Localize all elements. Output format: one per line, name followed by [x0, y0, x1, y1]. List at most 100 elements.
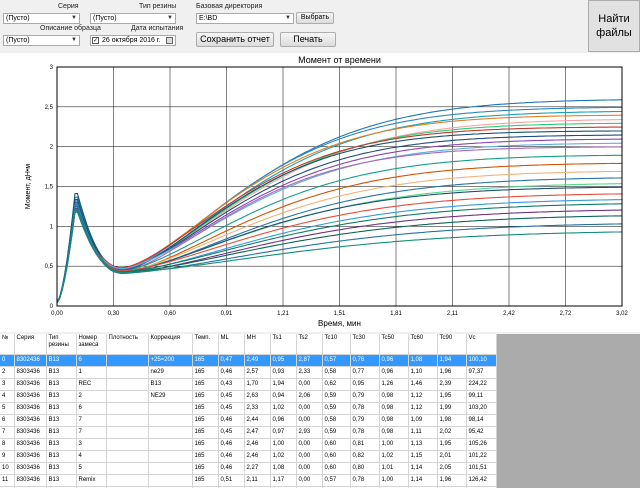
rubber-type-combo[interactable]: (Пусто) ▼: [90, 13, 176, 24]
column-header[interactable]: Vc: [466, 334, 497, 355]
sample-desc-combo[interactable]: (Пусто) ▼: [3, 35, 80, 46]
table-cell: 8303436: [14, 390, 47, 403]
x-tick-label: 1,21: [277, 311, 289, 317]
table-body: 0 8302436 B13 6 +25=200 165 0,47 2,49 0,95 2,87 0,…: [0, 354, 497, 488]
table-cell: [148, 450, 193, 463]
test-date-checkbox[interactable]: ✓: [92, 37, 99, 44]
table-row[interactable]: 3 8303436 B13 REC B13 165 0,43 1,70 1,94 0,00 0,62…: [0, 378, 497, 391]
table-cell: 0,94: [270, 390, 297, 403]
table-cell: 0,46: [218, 366, 245, 379]
table-cell: Remix: [76, 474, 107, 487]
table-cell: 0,00: [296, 462, 323, 475]
table-cell: [106, 426, 149, 439]
table-row[interactable]: 9 8303436 B13 4 165 0,46 2,46 1,02 0,00 0,60 0,82 1…: [0, 450, 497, 463]
table-cell: 2: [0, 366, 15, 379]
table-row[interactable]: 11 8303436 B13 Remix 165 0,51 2,11 1,17 0,00 0,57…: [0, 474, 497, 487]
y-tick-label: 3: [50, 65, 54, 71]
column-header[interactable]: Tc30: [350, 334, 380, 355]
table-row[interactable]: 6 8303436 B13 7 165 0,46 2,44 0,96 0,00 0,58 0,79 0…: [0, 414, 497, 427]
column-header[interactable]: Серия: [14, 334, 47, 355]
table-row[interactable]: 4 8303436 B13 2 NE29 165 0,45 2,63 0,94 2,06 0,59 0…: [0, 390, 497, 403]
table-cell: 99,11: [466, 390, 497, 403]
table-row[interactable]: 0 8302436 B13 6 +25=200 165 0,47 2,49 0,95 2,87 0,…: [0, 354, 497, 367]
column-header[interactable]: MH: [244, 334, 271, 355]
table-cell: 2,33: [244, 402, 271, 415]
select-dir-button[interactable]: Выбрать: [296, 12, 334, 24]
table-cell: 0,00: [296, 414, 323, 427]
table-row[interactable]: 8 8303436 B13 3 165 0,46 2,46 1,00 0,00 0,60 0,81 1…: [0, 438, 497, 451]
table-cell: 165: [192, 402, 219, 415]
table-cell: 0,78: [350, 402, 380, 415]
table-cell: 0,96: [270, 414, 297, 427]
column-header[interactable]: Tc10: [322, 334, 351, 355]
column-header[interactable]: Темп.: [192, 334, 219, 355]
table-cell: 0,51: [218, 474, 245, 487]
column-header[interactable]: Tc60: [408, 334, 438, 355]
table-cell: ne29: [148, 366, 193, 379]
find-files-button[interactable]: Найти файлы: [588, 0, 640, 52]
base-dir-combo-value: E:\BD: [199, 15, 218, 22]
table-cell: 0,98: [379, 402, 409, 415]
base-dir-combo[interactable]: E:\BD ▼: [196, 13, 294, 24]
column-header[interactable]: Ts1: [270, 334, 297, 355]
table-cell: 0,46: [218, 414, 245, 427]
column-header[interactable]: Плотность: [106, 334, 149, 355]
chart-panel: 0,00 0,30 0,60 0,91 1,21 1,51 1,81 2,11 2,42 2,72…: [0, 53, 640, 332]
table-cell: 1: [76, 366, 107, 379]
table-cell: B13: [46, 426, 77, 439]
results-table: № Серия Тип резины Номер замеса Плотность Кор…: [0, 334, 497, 488]
table-cell: B13: [46, 402, 77, 415]
table-cell: 2: [76, 390, 107, 403]
table-cell: 0,57: [322, 474, 351, 487]
table-cell: 9: [0, 450, 15, 463]
results-grid[interactable]: № Серия Тип резины Номер замеса Плотность Кор…: [0, 334, 640, 488]
table-cell: 0,46: [218, 438, 245, 451]
table-cell: 5: [76, 462, 107, 475]
calendar-icon[interactable]: [166, 37, 173, 44]
column-header[interactable]: Коррекция: [148, 334, 193, 355]
toolbar: Серия (Пусто) ▼ Тип резины (Пусто) ▼ Баз…: [0, 0, 640, 52]
table-row[interactable]: 10 8303436 B13 5 165 0,46 2,27 1,08 0,00 0,60 0,80…: [0, 462, 497, 475]
table-cell: 0,82: [350, 450, 380, 463]
table-row[interactable]: 5 8303436 B13 6 165 0,45 2,33 1,02 0,00 0,59 0,78 0…: [0, 402, 497, 415]
table-cell: 0,96: [379, 354, 409, 367]
table-cell: 0,78: [350, 474, 380, 487]
column-header[interactable]: ML: [218, 334, 245, 355]
table-cell: [148, 438, 193, 451]
tick-labels: 0,00 0,30 0,60 0,91 1,21 1,51 1,81 2,11 2,42 2,72…: [45, 65, 629, 317]
table-cell: 2,06: [296, 390, 323, 403]
table-cell: 2,46: [244, 438, 271, 451]
column-header[interactable]: Тип резины: [46, 334, 77, 355]
chevron-down-icon: ▼: [71, 37, 77, 43]
table-cell: 2,01: [437, 450, 467, 463]
table-cell: 8303436: [14, 414, 47, 427]
print-button[interactable]: Печать: [280, 32, 336, 47]
series-label: Серия: [58, 3, 79, 10]
table-cell: 0,62: [322, 378, 351, 391]
x-tick-label: 2,72: [560, 311, 572, 317]
table-cell: 6: [76, 402, 107, 415]
save-report-button[interactable]: Сохранить отчет: [196, 32, 274, 47]
series-combo[interactable]: (Пусто) ▼: [3, 13, 80, 24]
column-header[interactable]: Номер замеса: [76, 334, 107, 355]
column-header[interactable]: Tc90: [437, 334, 467, 355]
table-cell: [148, 402, 193, 415]
column-header[interactable]: №: [0, 334, 15, 355]
table-cell: 0,59: [322, 426, 351, 439]
table-cell: 1,00: [270, 438, 297, 451]
column-header[interactable]: Tc50: [379, 334, 409, 355]
table-cell: 8: [0, 438, 15, 451]
column-header[interactable]: Ts2: [296, 334, 323, 355]
table-cell: 1,99: [437, 402, 467, 415]
x-tick-label: 3,02: [616, 311, 628, 317]
table-cell: 0,60: [322, 450, 351, 463]
test-date-picker[interactable]: ✓ 26 октября 2016 г.: [90, 35, 176, 46]
table-row[interactable]: 7 8303436 B13 7 165 0,45 2,47 0,97 2,93 0,59 0,78 0…: [0, 426, 497, 439]
table-cell: 101,22: [466, 450, 497, 463]
table-cell: 2,87: [296, 354, 323, 367]
table-cell: 8302436: [14, 354, 47, 367]
table-row[interactable]: 2 8303436 B13 1 ne29 165 0,46 2,57 0,93 2,33 0,58 0…: [0, 366, 497, 379]
table-cell: [106, 402, 149, 415]
y-tick-label: 2: [50, 145, 54, 151]
table-cell: B13: [46, 474, 77, 487]
